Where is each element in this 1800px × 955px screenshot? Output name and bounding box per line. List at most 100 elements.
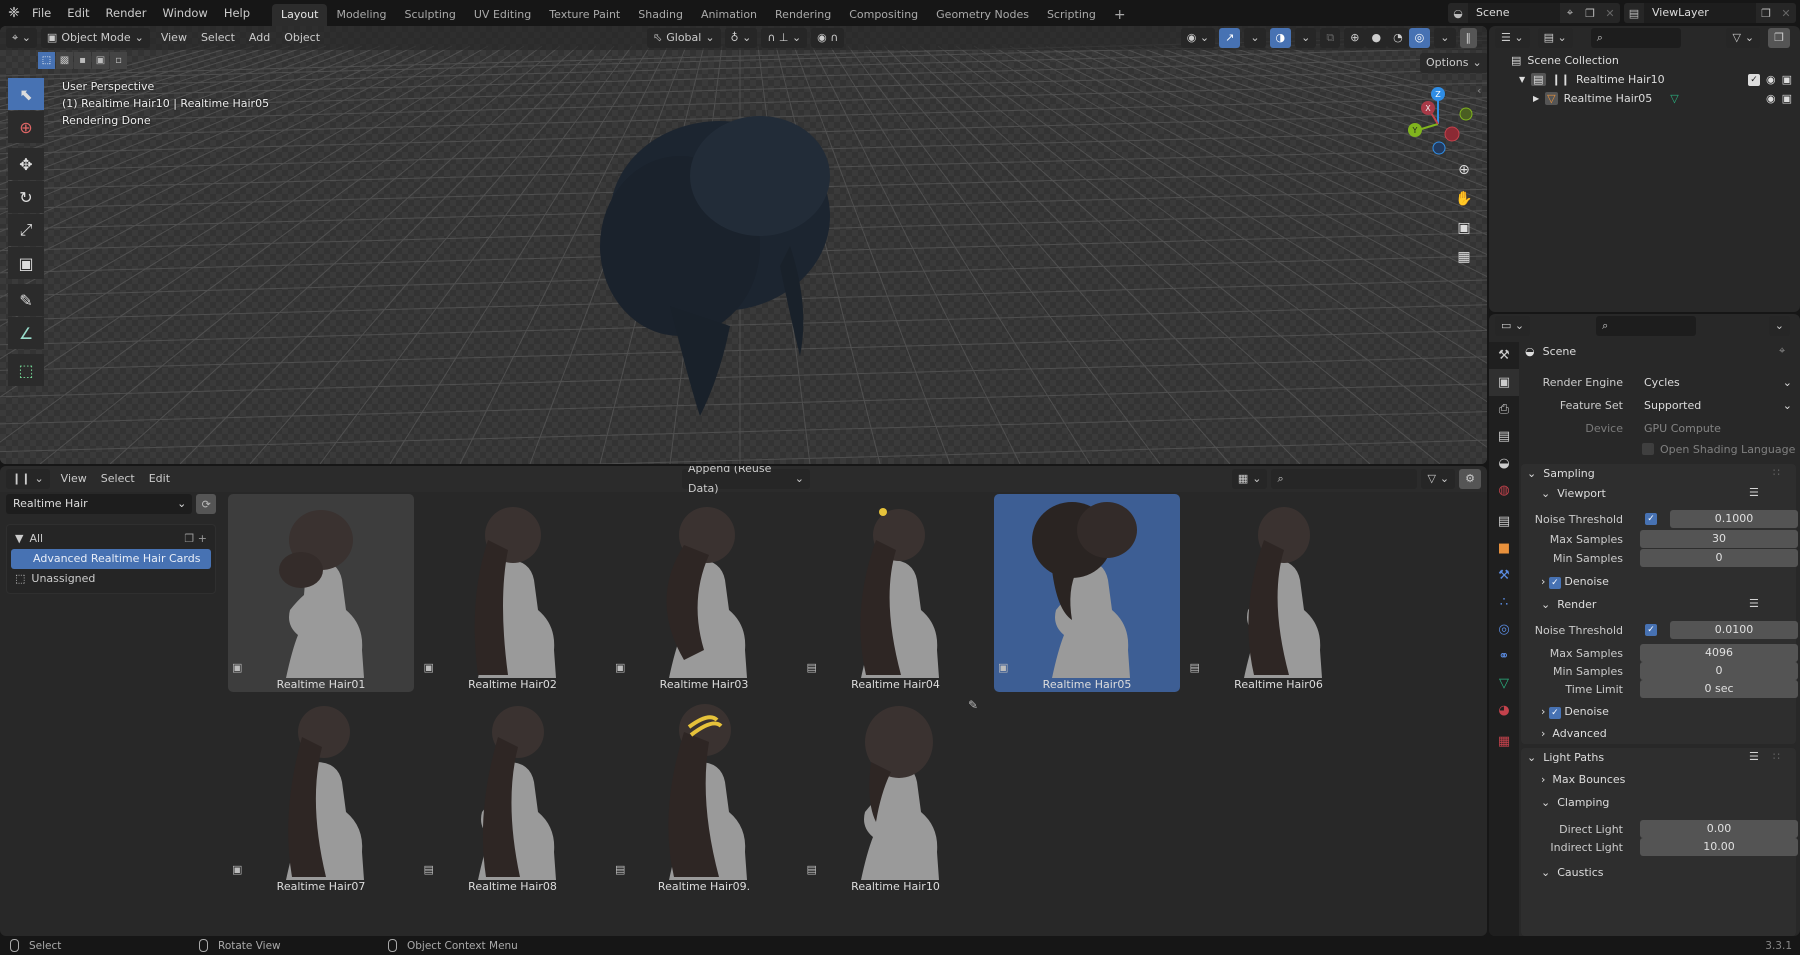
wireframe-shading-button[interactable]: ⊕ xyxy=(1344,28,1366,48)
overlays-dropdown[interactable]: ⌄ xyxy=(1295,28,1317,48)
tab-geometry-nodes[interactable]: Geometry Nodes xyxy=(927,4,1038,26)
gizmo-toggle[interactable]: ↗ xyxy=(1219,28,1241,48)
camera-render-icon[interactable]: ▣ xyxy=(1782,73,1792,86)
solid-shading-button[interactable]: ● xyxy=(1365,28,1388,48)
data-tab[interactable]: ▽ xyxy=(1489,670,1519,697)
osl-checkbox[interactable] xyxy=(1642,443,1654,455)
collection-tab[interactable]: ▤ xyxy=(1489,508,1519,535)
display-mode-dropdown[interactable]: ▤ ⌄ xyxy=(1537,28,1573,48)
vp-noise-threshold-field[interactable]: 0.1000 xyxy=(1670,510,1798,528)
catalog-item[interactable]: Advanced Realtime Hair Cards xyxy=(11,549,211,569)
tab-rendering[interactable]: Rendering xyxy=(766,4,840,26)
rotate-tool[interactable]: ↻ xyxy=(8,181,44,213)
options-dropdown[interactable]: ⌄ xyxy=(1768,316,1790,336)
display-mode-dropdown[interactable]: ▦ ⌄ xyxy=(1231,469,1268,489)
asset-thumbnail[interactable]: ▤ Realtime Hair09. xyxy=(611,696,797,894)
indirect-light-field[interactable]: 10.00 xyxy=(1640,838,1798,856)
pin-icon[interactable]: ⌖ xyxy=(1779,344,1785,358)
menu-view[interactable]: View xyxy=(154,28,194,48)
scene-tab[interactable]: ◒ xyxy=(1489,450,1519,477)
menu-edit[interactable]: Edit xyxy=(142,469,177,489)
asset-thumbnail[interactable]: ▣ Realtime Hair03 xyxy=(611,494,797,692)
asset-thumbnail[interactable]: ▤ Realtime Hair06 xyxy=(1186,494,1372,692)
editor-type-button[interactable]: ▭ ⌄ xyxy=(1495,316,1531,336)
menu-view[interactable]: View xyxy=(54,469,94,489)
asset-thumbnail[interactable]: ▣ Realtime Hair01 xyxy=(228,494,414,692)
delete-view-layer-icon[interactable]: ✕ xyxy=(1776,3,1796,23)
asset-thumbnail[interactable]: ▤ Realtime Hair04 xyxy=(803,494,989,692)
tab-shading[interactable]: Shading xyxy=(629,4,692,26)
caustics-header[interactable]: ⌄ Caustics xyxy=(1541,863,1604,883)
options-dropdown[interactable]: Options ⌄ xyxy=(1420,53,1487,73)
world-tab[interactable]: ◍ xyxy=(1489,477,1519,504)
r-min-samples-field[interactable]: 0 xyxy=(1640,662,1798,680)
snap-toggle[interactable]: ∩ ⊥ ⌄ xyxy=(761,28,808,48)
select-box-tool[interactable]: ⬉ xyxy=(8,78,44,110)
asset-thumbnail[interactable]: ▤ Realtime Hair10 xyxy=(803,696,989,894)
asset-search-input[interactable]: ⌕ xyxy=(1271,469,1418,489)
transform-orientation-dropdown[interactable]: ⬁ Global ⌄ xyxy=(647,28,721,48)
texture-tab[interactable]: ▦ xyxy=(1489,728,1519,755)
menu-window[interactable]: Window xyxy=(154,0,215,26)
r-denoise-header[interactable]: › ✓ Denoise xyxy=(1541,702,1609,722)
material-shading-button[interactable]: ◔ xyxy=(1387,28,1409,48)
gizmo-dropdown[interactable]: ⌄ xyxy=(1244,28,1266,48)
tab-texture-paint[interactable]: Texture Paint xyxy=(540,4,629,26)
select-extend-icon[interactable]: ▩ xyxy=(56,52,73,69)
render-engine-dropdown[interactable]: Cycles ⌄ xyxy=(1638,372,1798,392)
tab-animation[interactable]: Animation xyxy=(692,4,766,26)
camera-view-icon[interactable]: ▣ xyxy=(1452,216,1476,240)
catalog-all[interactable]: ▼ All ❐ + xyxy=(7,529,215,549)
new-scene-icon[interactable]: ❐ xyxy=(1580,3,1600,23)
drag-handle-icon[interactable]: ∷ xyxy=(1773,466,1780,479)
tab-sculpting[interactable]: Sculpting xyxy=(396,4,465,26)
eye-icon[interactable]: ◉ xyxy=(1766,92,1776,105)
direct-light-field[interactable]: 0.00 xyxy=(1640,820,1798,838)
output-tab[interactable]: ⎙ xyxy=(1489,396,1519,423)
expand-arrow-icon[interactable]: ▶ xyxy=(1533,94,1539,103)
xray-toggle[interactable]: ⧉ xyxy=(1320,28,1341,48)
object-tab[interactable]: ■ xyxy=(1489,535,1519,562)
tab-compositing[interactable]: Compositing xyxy=(840,4,927,26)
sidebar-toggle-icon[interactable]: ‹ xyxy=(1477,84,1481,97)
pivot-point-dropdown[interactable]: ♁ ⌄ xyxy=(724,28,758,48)
tab-uv-editing[interactable]: UV Editing xyxy=(465,4,540,26)
edit-metadata-icon[interactable]: ✎ xyxy=(968,698,978,712)
select-subtract-icon[interactable]: ▪ xyxy=(74,52,91,69)
vp-min-samples-field[interactable]: 0 xyxy=(1640,549,1798,567)
view-layer-field[interactable]: ViewLayer xyxy=(1644,3,1756,23)
r-denoise-checkbox[interactable]: ✓ xyxy=(1548,707,1561,719)
measure-tool[interactable]: ∠ xyxy=(8,317,44,349)
tab-layout[interactable]: Layout xyxy=(272,4,328,26)
scale-tool[interactable]: ⤢ xyxy=(8,214,44,246)
select-new-icon[interactable]: ⬚ xyxy=(38,52,55,69)
proportional-editing-toggle[interactable]: ◉ ∩ xyxy=(811,28,845,48)
exclude-checkbox[interactable]: ✓ xyxy=(1747,73,1760,86)
overlays-toggle[interactable]: ◑ xyxy=(1269,28,1292,48)
menu-select[interactable]: Select xyxy=(94,469,142,489)
scene-selector[interactable]: ◒ Scene ⌖ ❐ ✕ xyxy=(1448,3,1620,23)
cursor-tool[interactable]: ⊕ xyxy=(8,111,44,143)
menu-file[interactable]: File xyxy=(24,0,59,26)
menu-render[interactable]: Render xyxy=(98,0,155,26)
vp-denoise-checkbox[interactable]: ✓ xyxy=(1548,577,1561,589)
eye-icon[interactable]: ◉ xyxy=(1766,73,1776,86)
device-dropdown[interactable]: GPU Compute xyxy=(1638,418,1798,438)
menu-help[interactable]: Help xyxy=(216,0,258,26)
add-cube-tool[interactable]: ⬚ xyxy=(8,354,44,386)
tab-scripting[interactable]: Scripting xyxy=(1038,4,1105,26)
vp-max-samples-field[interactable]: 30 xyxy=(1640,530,1798,548)
zoom-icon[interactable]: ⊕ xyxy=(1452,158,1476,182)
presets-list-icon[interactable]: ☰ xyxy=(1749,486,1759,499)
r-max-samples-field[interactable]: 4096 xyxy=(1640,644,1798,662)
tab-modeling[interactable]: Modeling xyxy=(327,4,395,26)
light-paths-header[interactable]: ⌄ Light Paths xyxy=(1527,748,1604,768)
vp-denoise-header[interactable]: › ✓ Denoise xyxy=(1541,572,1609,592)
sampling-header[interactable]: ⌄ Sampling xyxy=(1527,464,1595,484)
render-subpanel-header[interactable]: ⌄ Render xyxy=(1541,595,1596,615)
editor-type-button[interactable]: ❙❙ ⌄ xyxy=(6,469,50,489)
editor-type-button[interactable]: ⌖ ⌄ xyxy=(6,28,37,48)
new-catalog-icon[interactable]: ❐ + xyxy=(184,529,207,549)
blender-logo-icon[interactable]: ❈ xyxy=(4,3,24,23)
viewport-subpanel-header[interactable]: ⌄ Viewport xyxy=(1541,484,1606,504)
